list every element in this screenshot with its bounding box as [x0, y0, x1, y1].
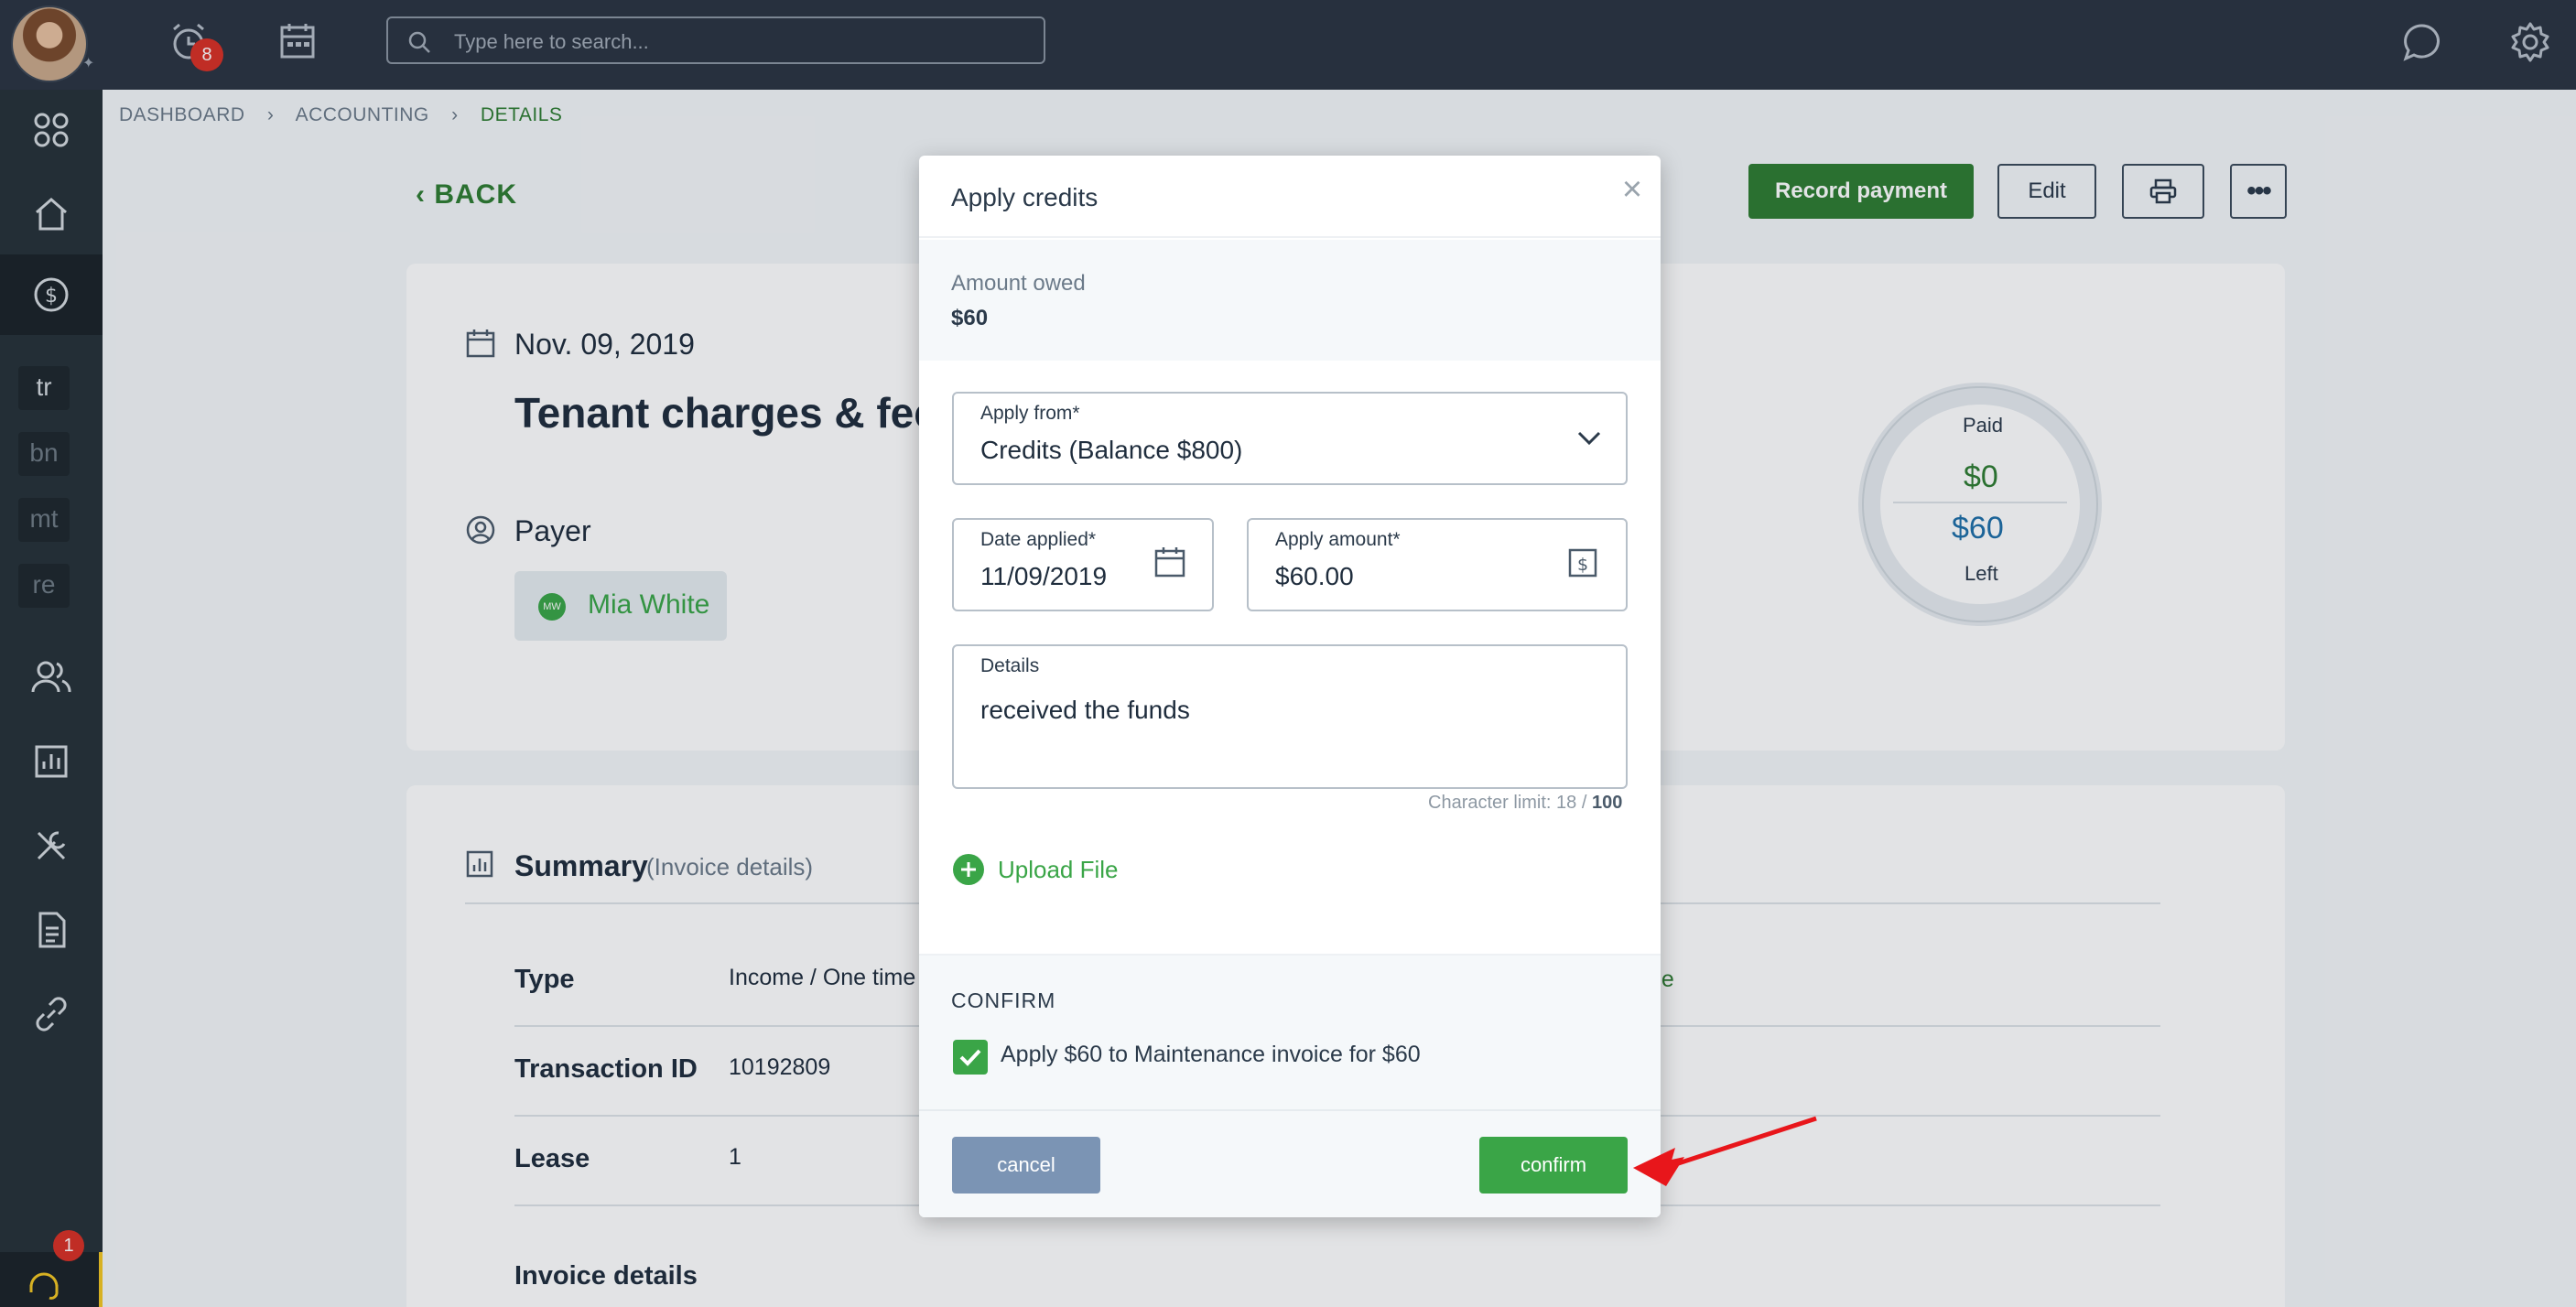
- confirm-checkbox[interactable]: [953, 1040, 988, 1075]
- checkmark-icon: [959, 1049, 981, 1066]
- character-limit-prefix: Character limit: 18 /: [1428, 793, 1587, 813]
- details-label: Details: [980, 655, 1040, 676]
- character-limit-max: 100: [1591, 793, 1623, 813]
- details-textarea[interactable]: Details received the funds: [952, 644, 1628, 789]
- cancel-button[interactable]: cancel: [952, 1137, 1100, 1194]
- upload-file-button[interactable]: Upload File: [952, 851, 1119, 888]
- apply-from-value: Credits (Balance $800): [980, 436, 1243, 464]
- calendar-icon[interactable]: [1153, 545, 1186, 578]
- apply-from-select[interactable]: Apply from* Credits (Balance $800): [952, 392, 1628, 485]
- confirm-button[interactable]: confirm: [1479, 1137, 1628, 1194]
- svg-text:$: $: [1577, 555, 1588, 575]
- chevron-down-icon: [1577, 431, 1601, 446]
- confirm-checkbox-label[interactable]: Apply $60 to Maintenance invoice for $60: [1001, 1042, 1421, 1068]
- dollar-bill-icon: $: [1568, 548, 1597, 578]
- amount-owed-value: $60: [951, 306, 989, 330]
- apply-from-label: Apply from*: [980, 403, 1080, 424]
- modal-title: Apply credits: [951, 183, 1099, 211]
- confirm-heading: CONFIRM: [951, 988, 1056, 1012]
- apply-credits-modal: Apply credits × Amount owed $60 Apply fr…: [919, 156, 1661, 1217]
- plus-circle-icon: [953, 854, 984, 885]
- apply-amount-label: Apply amount*: [1275, 529, 1401, 550]
- close-icon[interactable]: ×: [1617, 172, 1648, 207]
- details-value: received the funds: [980, 696, 1190, 724]
- date-applied-label: Date applied*: [980, 529, 1097, 550]
- amount-owed-label: Amount owed: [951, 271, 1086, 296]
- amount-owed-section: [919, 240, 1661, 361]
- apply-amount-field[interactable]: Apply amount* $60.00 $: [1247, 518, 1628, 611]
- upload-file-label: Upload File: [998, 855, 1119, 883]
- date-applied-field[interactable]: Date applied* 11/09/2019: [952, 518, 1214, 611]
- date-applied-value: 11/09/2019: [980, 562, 1108, 590]
- apply-amount-value: $60.00: [1275, 562, 1354, 590]
- character-limit: Character limit: 18 / 100: [1428, 793, 1622, 814]
